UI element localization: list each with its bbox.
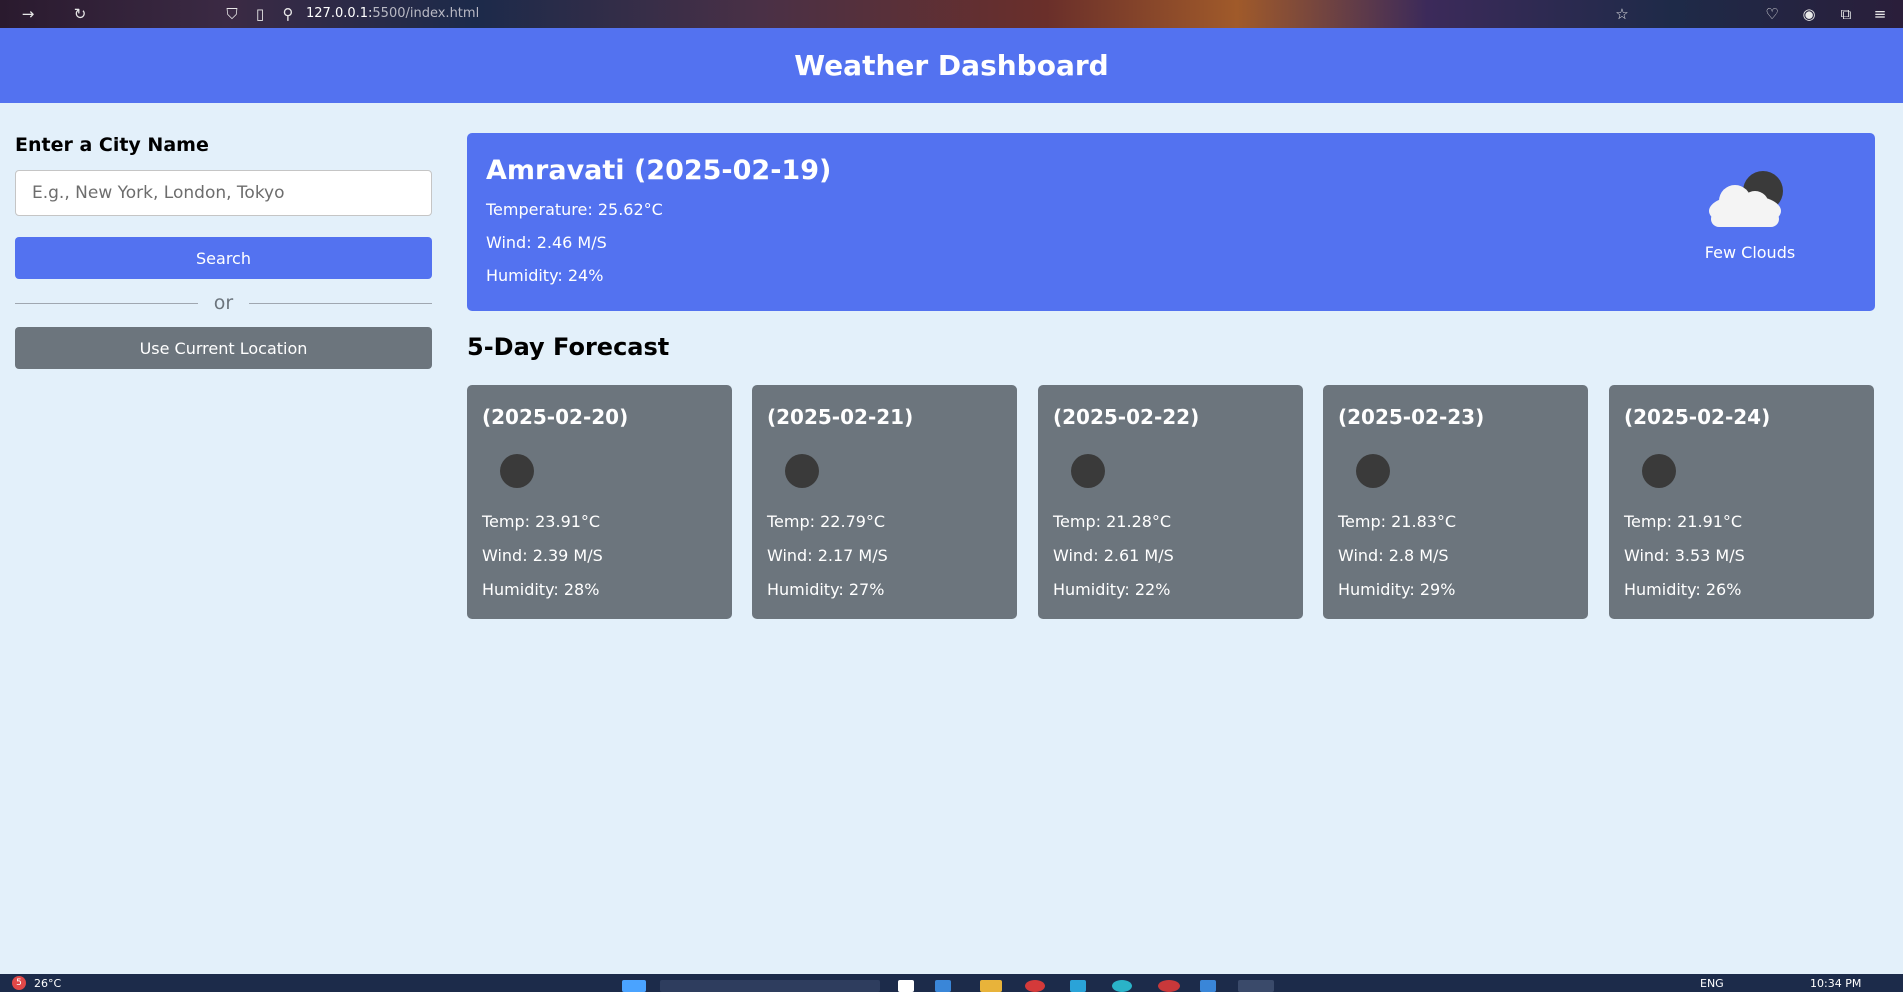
forecast-wind: Wind: 2.17 M/S (767, 546, 888, 565)
url-host: 127.0.0.1: (306, 6, 373, 21)
current-humidity: Humidity: 24% (486, 266, 604, 285)
bookmark-star-icon[interactable]: ☆ (1612, 4, 1632, 24)
forecast-humidity: Humidity: 26% (1624, 580, 1742, 599)
forecast-card: (2025-02-23) Temp: 21.83°C Wind: 2.8 M/S… (1323, 385, 1588, 619)
forecast-date: (2025-02-21) (767, 405, 914, 429)
taskbar-clock[interactable]: 10:34 PM (1810, 977, 1861, 990)
chrome-icon[interactable] (1158, 980, 1180, 992)
firefox-icon[interactable] (1238, 980, 1274, 992)
forecast-card: (2025-02-22) Temp: 21.28°C Wind: 2.61 M/… (1038, 385, 1303, 619)
forecast-temp: Temp: 21.28°C (1053, 512, 1172, 531)
extensions-icon[interactable]: ⧉ (1836, 4, 1856, 24)
vscode-icon[interactable] (1200, 980, 1216, 992)
site-permissions-icon[interactable]: ⚲ (278, 4, 298, 24)
current-weather-details: Amravati (2025-02-19) Temperature: 25.62… (486, 155, 831, 299)
forecast-title: 5-Day Forecast (467, 333, 670, 361)
use-current-location-button[interactable]: Use Current Location (15, 327, 432, 369)
edge-icon[interactable] (935, 980, 951, 992)
address-bar[interactable]: 127.0.0.1:5500/index.html (306, 6, 479, 21)
os-taskbar: 5 26°C ENG 10:34 PM (0, 974, 1903, 992)
app-icon-teal[interactable] (1112, 980, 1132, 992)
taskbar-weather-temp[interactable]: 26°C (34, 977, 61, 990)
language-indicator[interactable]: ENG (1700, 977, 1724, 990)
app-header: Weather Dashboard (0, 28, 1903, 103)
separator-text: or (213, 292, 234, 314)
forecast-temp: Temp: 22.79°C (767, 512, 886, 531)
separator-line-right (249, 302, 432, 304)
current-temperature: Temperature: 25.62°C (486, 200, 663, 219)
moon-icon (1071, 454, 1105, 488)
account-icon[interactable]: ◉ (1799, 4, 1819, 24)
forecast-temp: Temp: 21.83°C (1338, 512, 1457, 531)
browser-toolbar: → ↻ ⛉ ▯ ⚲ 127.0.0.1:5500/index.html ☆ ♡ … (0, 0, 1903, 28)
forecast-date: (2025-02-20) (482, 405, 629, 429)
forecast-humidity: Humidity: 27% (767, 580, 885, 599)
pocket-icon[interactable]: ♡ (1762, 4, 1782, 24)
forecast-card: (2025-02-21) Temp: 22.79°C Wind: 2.17 M/… (752, 385, 1017, 619)
forecast-card: (2025-02-24) Temp: 21.91°C Wind: 3.53 M/… (1609, 385, 1874, 619)
reload-icon[interactable]: ↻ (70, 4, 90, 24)
current-weather-card: Amravati (2025-02-19) Temperature: 25.62… (467, 133, 1875, 311)
city-input-heading: Enter a City Name (15, 134, 209, 156)
windows-start-icon[interactable] (622, 980, 646, 992)
moon-icon (1356, 454, 1390, 488)
task-view-icon[interactable] (898, 980, 914, 992)
menu-icon[interactable]: ≡ (1870, 4, 1890, 24)
page-icon[interactable]: ▯ (250, 4, 270, 24)
forecast-humidity: Humidity: 22% (1053, 580, 1171, 599)
forecast-wind: Wind: 2.39 M/S (482, 546, 603, 565)
separator: or (15, 291, 432, 315)
page-title: Weather Dashboard (794, 49, 1109, 82)
forecast-humidity: Humidity: 28% (482, 580, 600, 599)
moon-icon (785, 454, 819, 488)
forecast-date: (2025-02-23) (1338, 405, 1485, 429)
forecast-wind: Wind: 3.53 M/S (1624, 546, 1745, 565)
city-search-input[interactable] (15, 170, 432, 216)
search-panel: Enter a City Name Search or Use Current … (15, 134, 432, 369)
forecast-wind: Wind: 2.8 M/S (1338, 546, 1449, 565)
taskbar-search-box[interactable] (660, 980, 880, 992)
forecast-humidity: Humidity: 29% (1338, 580, 1456, 599)
separator-line-left (15, 302, 198, 304)
url-path: 5500/index.html (372, 6, 480, 21)
current-city-title: Amravati (2025-02-19) (486, 155, 832, 186)
search-button[interactable]: Search (15, 237, 432, 279)
forecast-card: (2025-02-20) Temp: 23.91°C Wind: 2.39 M/… (467, 385, 732, 619)
file-explorer-icon[interactable] (980, 980, 1002, 992)
notification-badge[interactable]: 5 (12, 976, 26, 990)
moon-icon (500, 454, 534, 488)
forecast-date: (2025-02-22) (1053, 405, 1200, 429)
forecast-date: (2025-02-24) (1624, 405, 1771, 429)
forecast-temp: Temp: 21.91°C (1624, 512, 1743, 531)
shield-icon[interactable]: ⛉ (222, 4, 242, 24)
few-clouds-night-icon (1709, 171, 1783, 227)
current-weather-description: Few Clouds (1704, 243, 1796, 262)
forecast-wind: Wind: 2.61 M/S (1053, 546, 1174, 565)
app-icon-red[interactable] (1025, 980, 1045, 992)
current-wind: Wind: 2.46 M/S (486, 233, 607, 252)
app-icon-blue[interactable] (1070, 980, 1086, 992)
moon-icon (1642, 454, 1676, 488)
forecast-temp: Temp: 23.91°C (482, 512, 601, 531)
current-weather-icon-wrap: Few Clouds (1695, 169, 1805, 262)
forward-arrow-icon[interactable]: → (18, 4, 38, 24)
